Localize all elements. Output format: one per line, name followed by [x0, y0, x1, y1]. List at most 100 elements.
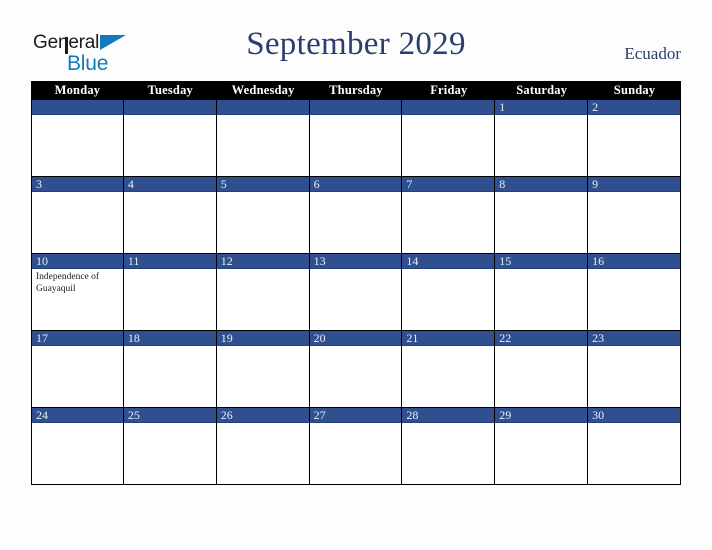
day-number-band — [402, 100, 495, 115]
day-number-band — [123, 177, 216, 192]
day-cell-5[interactable]: 5 — [216, 177, 310, 253]
day-cell-27[interactable]: 27 — [309, 408, 403, 484]
day-cell-17[interactable]: 17 — [31, 331, 124, 407]
day-number-band — [495, 177, 588, 192]
day-cell-24[interactable]: 24 — [31, 408, 124, 484]
day-number: 12 — [220, 254, 233, 268]
day-cell-3[interactable]: 3 — [31, 177, 124, 253]
day-number: 5 — [220, 177, 227, 191]
day-events — [32, 115, 123, 118]
day-number: 29 — [499, 408, 512, 422]
day-cell-14[interactable]: 14 — [402, 254, 496, 330]
day-events — [402, 423, 494, 426]
day-cell-1[interactable]: 1 — [495, 100, 589, 176]
day-number-band — [216, 177, 309, 192]
day-cell-26[interactable]: 26 — [216, 408, 310, 484]
day-number: 17 — [36, 331, 48, 345]
day-events — [124, 192, 216, 195]
day-events — [124, 115, 216, 118]
day-cell-29[interactable]: 29 — [495, 408, 589, 484]
day-cell-15[interactable]: 15 — [495, 254, 589, 330]
day-cell-empty[interactable] — [123, 100, 217, 176]
day-cell-4[interactable]: 4 — [123, 177, 217, 253]
day-number: 20 — [313, 331, 326, 345]
day-number: 6 — [313, 177, 320, 191]
day-events — [124, 269, 216, 272]
day-events — [402, 115, 494, 118]
day-number-band — [588, 177, 680, 192]
day-cell-empty[interactable] — [216, 100, 310, 176]
day-cell-empty[interactable] — [31, 100, 124, 176]
day-events — [310, 346, 402, 349]
day-events — [495, 423, 587, 426]
day-cell-19[interactable]: 19 — [216, 331, 310, 407]
day-cell-2[interactable]: 2 — [588, 100, 681, 176]
day-number: 4 — [127, 177, 134, 191]
day-cell-30[interactable]: 30 — [588, 408, 681, 484]
day-number-band — [216, 100, 309, 115]
day-cell-21[interactable]: 21 — [402, 331, 496, 407]
day-number-band — [495, 100, 588, 115]
day-events — [310, 192, 402, 195]
day-cell-16[interactable]: 16 — [588, 254, 681, 330]
day-number: 19 — [220, 331, 233, 345]
holiday-label: Independence of Guayaquil — [36, 272, 100, 294]
day-number: 16 — [592, 254, 605, 268]
day-cell-10[interactable]: 10 Independence of Guayaquil — [31, 254, 124, 330]
day-cell-11[interactable]: 11 — [123, 254, 217, 330]
day-cell-28[interactable]: 28 — [402, 408, 496, 484]
day-events — [402, 192, 494, 195]
calendar-page: General Blue September 2029 Ecuador Mond… — [0, 0, 712, 550]
day-events — [495, 346, 587, 349]
day-number: 28 — [406, 408, 419, 422]
day-number: 25 — [127, 408, 140, 422]
day-cell-25[interactable]: 25 — [123, 408, 217, 484]
day-cell-22[interactable]: 22 — [495, 331, 589, 407]
day-cell-7[interactable]: 7 — [402, 177, 496, 253]
day-events — [310, 115, 402, 118]
day-events — [217, 346, 309, 349]
day-number: 3 — [36, 177, 42, 191]
day-number: 23 — [592, 331, 605, 345]
day-cell-12[interactable]: 12 — [216, 254, 310, 330]
day-events — [588, 423, 680, 426]
weekday-header-thursday: Thursday — [329, 83, 383, 97]
calendar-week-row: 10 Independence of Guayaquil 11 12 13 14 15 16 — [31, 254, 681, 331]
day-events — [495, 192, 587, 195]
day-cell-9[interactable]: 9 — [588, 177, 681, 253]
weekday-header-saturday: Saturday — [516, 83, 568, 97]
day-cell-8[interactable]: 8 — [495, 177, 589, 253]
day-events: Independence of Guayaquil — [32, 269, 123, 295]
day-cell-20[interactable]: 20 — [309, 331, 403, 407]
country-label: Ecuador — [624, 44, 681, 63]
day-cell-empty[interactable] — [309, 100, 403, 176]
day-number-band — [309, 100, 402, 115]
day-events — [402, 346, 494, 349]
weekday-header-friday: Friday — [430, 83, 468, 97]
day-number: 10 — [36, 254, 48, 268]
day-events — [588, 192, 680, 195]
day-cell-empty[interactable] — [402, 100, 496, 176]
day-events — [217, 423, 309, 426]
day-number: 7 — [406, 177, 413, 191]
day-number: 27 — [313, 408, 326, 422]
day-events — [217, 269, 309, 272]
day-cell-23[interactable]: 23 — [588, 331, 681, 407]
day-cell-18[interactable]: 18 — [123, 331, 217, 407]
day-events — [217, 115, 309, 118]
day-events — [124, 423, 216, 426]
day-number-band — [309, 177, 402, 192]
day-events — [310, 269, 402, 272]
day-cell-6[interactable]: 6 — [309, 177, 403, 253]
day-number: 11 — [127, 254, 140, 268]
day-events — [588, 269, 680, 272]
weekday-header-wednesday: Wednesday — [231, 83, 295, 97]
day-events — [402, 269, 494, 272]
day-number-band — [32, 177, 123, 192]
day-number: 22 — [499, 331, 512, 345]
calendar-week-row: 3 4 5 6 7 8 9 — [31, 177, 681, 254]
day-events — [217, 192, 309, 195]
day-number: 30 — [592, 408, 605, 422]
day-cell-13[interactable]: 13 — [309, 254, 403, 330]
calendar-week-row: 24 25 26 27 28 29 30 — [31, 408, 681, 485]
